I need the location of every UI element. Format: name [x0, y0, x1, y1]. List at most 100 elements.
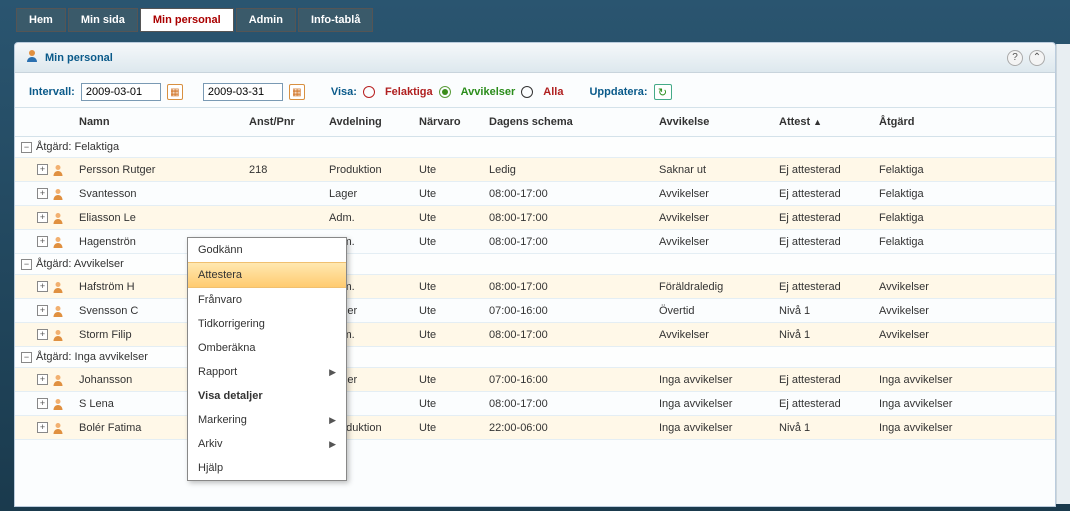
col-atgard[interactable]: Åtgärd — [875, 114, 995, 130]
cell-avvik: Övertid — [655, 301, 775, 321]
table-row[interactable]: + Hafström H Adm. Ute 08:00-17:00 Föräld… — [15, 275, 1055, 299]
cell-avvik: Saknar ut — [655, 160, 775, 180]
cell-narvaro: Ute — [415, 232, 485, 252]
radio-avvikelser[interactable] — [439, 86, 451, 98]
group-row-felaktiga[interactable]: − Åtgärd: Felaktiga — [15, 137, 1055, 158]
radio-avvikelser-label[interactable]: Avvikelser — [461, 86, 516, 98]
calendar-icon[interactable]: ▦ — [289, 84, 305, 100]
cell-atgard: Inga avvikelser — [875, 394, 995, 414]
cell-attest: Ej attesterad — [775, 277, 875, 297]
menu-franvaro[interactable]: Frånvaro — [188, 288, 346, 312]
cell-schema: 22:00-06:00 — [485, 418, 655, 438]
panel-title: Min personal — [45, 52, 1001, 64]
table-row[interactable]: + Hagenströn Adm. Ute 08:00-17:00 Avvike… — [15, 230, 1055, 254]
table-row[interactable]: + Eliasson Le Adm. Ute 08:00-17:00 Avvik… — [15, 206, 1055, 230]
expand-row-icon[interactable]: + — [37, 398, 48, 409]
cell-narvaro: Ute — [415, 370, 485, 390]
table-row[interactable]: + Storm Filip Adm. Ute 08:00-17:00 Avvik… — [15, 323, 1055, 347]
cell-atgard: Avvikelser — [875, 301, 995, 321]
radio-felaktiga[interactable] — [363, 86, 375, 98]
intervall-label: Intervall: — [29, 86, 75, 98]
col-schema[interactable]: Dagens schema — [485, 114, 655, 130]
col-narvaro[interactable]: Närvaro — [415, 114, 485, 130]
collapse-group-icon[interactable]: − — [21, 259, 32, 270]
cell-schema: 08:00-17:00 — [485, 394, 655, 414]
table-row[interactable]: + Svensson C Lager Ute 07:00-16:00 Övert… — [15, 299, 1055, 323]
cell-attest: Ej attesterad — [775, 370, 875, 390]
expand-row-icon[interactable]: + — [37, 212, 48, 223]
calendar-icon[interactable]: ▦ — [167, 84, 183, 100]
table-row[interactable]: + Johansson Lager Ute 07:00-16:00 Inga a… — [15, 368, 1055, 392]
table-row[interactable]: + Svantesson Lager Ute 08:00-17:00 Avvik… — [15, 182, 1055, 206]
date-from-input[interactable] — [81, 83, 161, 101]
table-row[interactable]: + S Lena Sälj Ute 08:00-17:00 Inga avvik… — [15, 392, 1055, 416]
uppdatera-label: Uppdatera: — [589, 86, 647, 98]
expand-row-icon[interactable]: + — [37, 236, 48, 247]
expand-row-icon[interactable]: + — [37, 422, 48, 433]
tab-admin[interactable]: Admin — [236, 8, 296, 32]
cell-atgard: Inga avvikelser — [875, 370, 995, 390]
sort-asc-icon: ▲ — [813, 117, 822, 127]
group-row-inga[interactable]: − Åtgärd: Inga avvikelser — [15, 347, 1055, 368]
cell-avvik: Inga avvikelser — [655, 370, 775, 390]
cell-atgard: Avvikelser — [875, 325, 995, 345]
radio-alla[interactable] — [521, 86, 533, 98]
expand-row-icon[interactable]: + — [37, 329, 48, 340]
cell-avvik: Avvikelser — [655, 184, 775, 204]
menu-tidkorrigering[interactable]: Tidkorrigering — [188, 312, 346, 336]
menu-attestera[interactable]: Attestera — [188, 262, 346, 288]
refresh-icon[interactable]: ↻ — [654, 84, 672, 100]
cell-atgard: Inga avvikelser — [875, 418, 995, 438]
menu-godkann[interactable]: Godkänn — [188, 238, 346, 262]
cell-schema: 07:00-16:00 — [485, 370, 655, 390]
tab-min-sida[interactable]: Min sida — [68, 8, 138, 32]
expand-row-icon[interactable]: + — [37, 374, 48, 385]
person-icon — [52, 188, 64, 200]
radio-alla-label[interactable]: Alla — [543, 86, 563, 98]
person-icon — [52, 398, 64, 410]
context-menu: Godkänn Attestera Frånvaro Tidkorrigerin… — [187, 237, 347, 481]
expand-row-icon[interactable]: + — [37, 305, 48, 316]
table-row[interactable]: + Bolér Fatima 213 Produktion Ute 22:00-… — [15, 416, 1055, 440]
menu-rapport[interactable]: Rapport▶ — [188, 360, 346, 384]
cell-narvaro: Ute — [415, 208, 485, 228]
radio-felaktiga-label[interactable]: Felaktiga — [385, 86, 433, 98]
cell-schema: 08:00-17:00 — [485, 325, 655, 345]
col-avdelning[interactable]: Avdelning — [325, 114, 415, 130]
expand-row-icon[interactable]: + — [37, 164, 48, 175]
vertical-scrollbar[interactable] — [1056, 44, 1070, 504]
collapse-icon[interactable]: ⌃ — [1029, 50, 1045, 66]
collapse-group-icon[interactable]: − — [21, 352, 32, 363]
col-avvikelse[interactable]: Avvikelse — [655, 114, 775, 130]
group-label: Åtgärd: Inga avvikelser — [36, 351, 148, 363]
col-namn[interactable]: Namn — [75, 114, 245, 130]
cell-namn: Eliasson Le — [75, 208, 245, 228]
tab-min-personal[interactable]: Min personal — [140, 8, 234, 32]
submenu-arrow-icon: ▶ — [329, 367, 336, 378]
col-attest[interactable]: Attest▲ — [775, 114, 875, 130]
expand-row-icon[interactable]: + — [37, 188, 48, 199]
table-row[interactable]: + Persson Rutger 218 Produktion Ute Ledi… — [15, 158, 1055, 182]
cell-avvik: Föräldraledig — [655, 277, 775, 297]
menu-markering[interactable]: Markering▶ — [188, 408, 346, 432]
menu-hjalp[interactable]: Hjälp — [188, 456, 346, 480]
group-label: Åtgärd: Felaktiga — [36, 141, 119, 153]
menu-visa-detaljer[interactable]: Visa detaljer — [188, 384, 346, 408]
expand-row-icon[interactable]: + — [37, 281, 48, 292]
cell-atgard: Felaktiga — [875, 208, 995, 228]
grid: Namn Anst/Pnr Avdelning Närvaro Dagens s… — [15, 108, 1055, 440]
help-icon[interactable]: ? — [1007, 50, 1023, 66]
cell-schema: Ledig — [485, 160, 655, 180]
tab-hem[interactable]: Hem — [16, 8, 66, 32]
cell-avvik: Avvikelser — [655, 208, 775, 228]
menu-arkiv[interactable]: Arkiv▶ — [188, 432, 346, 456]
group-row-avvikelser[interactable]: − Åtgärd: Avvikelser — [15, 254, 1055, 275]
date-to-input[interactable] — [203, 83, 283, 101]
cell-avvik: Inga avvikelser — [655, 418, 775, 438]
col-anst[interactable]: Anst/Pnr — [245, 114, 325, 130]
menu-omberakna[interactable]: Omberäkna — [188, 336, 346, 360]
tab-info-tabla[interactable]: Info-tablå — [298, 8, 374, 32]
cell-avvik: Avvikelser — [655, 232, 775, 252]
collapse-group-icon[interactable]: − — [21, 142, 32, 153]
cell-narvaro: Ute — [415, 184, 485, 204]
